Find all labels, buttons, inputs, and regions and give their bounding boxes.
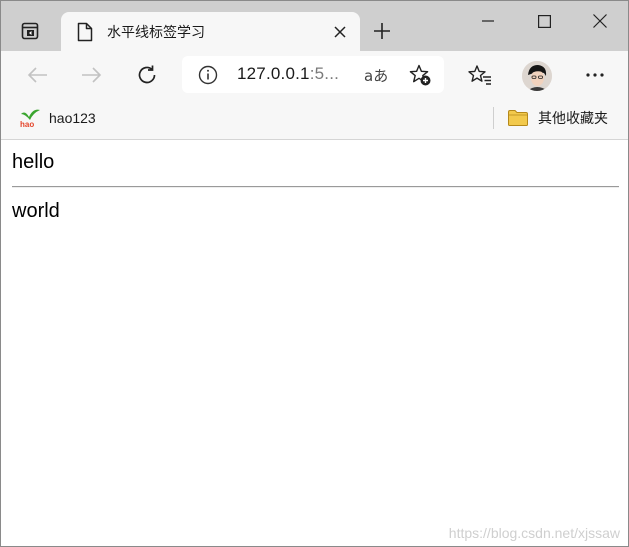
immersive-reader-button[interactable]: aあ: [364, 65, 388, 86]
hao-logo-text: hao: [20, 120, 34, 128]
info-icon[interactable]: [198, 65, 218, 85]
text-world: world: [12, 200, 60, 222]
workspaces-button[interactable]: [13, 14, 47, 48]
toolbar: 127.0.0.1:5... aあ: [1, 51, 628, 99]
title-bar: 水平线标签学习: [1, 1, 628, 51]
back-arrow-icon: [27, 67, 47, 83]
close-icon: [334, 26, 346, 38]
avatar[interactable]: [522, 61, 552, 91]
maximize-icon: [537, 14, 551, 28]
active-tab[interactable]: 水平线标签学习: [61, 12, 360, 51]
url-text[interactable]: 127.0.0.1:5...: [237, 64, 339, 84]
plus-icon: [374, 23, 390, 39]
workspaces-icon: [21, 22, 39, 40]
other-favorites-label: 其他收藏夹: [538, 111, 608, 127]
document-icon: [77, 22, 93, 42]
favorites-button[interactable]: [466, 61, 494, 89]
url-main: 127.0.0.1: [237, 64, 310, 83]
bookmarks-bar: hao hao123 其他收藏夹: [1, 99, 628, 140]
bookmark-label: hao123: [49, 110, 96, 126]
more-icon: [586, 73, 604, 77]
bookmark-hao123[interactable]: hao hao123: [19, 107, 96, 129]
tab-close-button[interactable]: [331, 23, 349, 41]
profile-picture: [522, 61, 552, 91]
bookmarks-separator: [493, 107, 494, 129]
new-tab-button[interactable]: [369, 18, 395, 44]
refresh-icon: [138, 65, 156, 84]
favorites-icon: [468, 65, 491, 85]
more-button[interactable]: [581, 61, 609, 89]
other-favorites[interactable]: 其他收藏夹: [507, 107, 608, 129]
hao123-logo-icon: hao: [20, 109, 40, 128]
close-window-button[interactable]: [571, 1, 628, 41]
text-hello: hello: [12, 151, 55, 173]
forward-button[interactable]: [78, 61, 106, 89]
address-bar[interactable]: 127.0.0.1:5... aあ: [182, 56, 444, 93]
horizontal-rule: [12, 186, 619, 188]
watermark: https://blog.csdn.net/xjssaw: [448, 525, 620, 541]
close-window-icon: [593, 14, 607, 28]
tab-title: 水平线标签学习: [107, 25, 205, 41]
maximize-button[interactable]: [515, 1, 573, 41]
forward-arrow-icon: [82, 67, 102, 83]
folder-icon: [508, 110, 528, 126]
minimize-icon: [482, 20, 494, 22]
minimize-button[interactable]: [459, 1, 517, 41]
url-tail: :5...: [309, 64, 340, 83]
back-button[interactable]: [23, 61, 51, 89]
page-content: hello world https://blog.csdn.net/xjssaw: [1, 140, 628, 546]
add-favorite-icon[interactable]: [408, 63, 432, 87]
browser-window: 水平线标签学习 127.0.0.1:5... aあ hao hao123 其他收…: [0, 0, 629, 547]
refresh-button[interactable]: [133, 61, 161, 89]
